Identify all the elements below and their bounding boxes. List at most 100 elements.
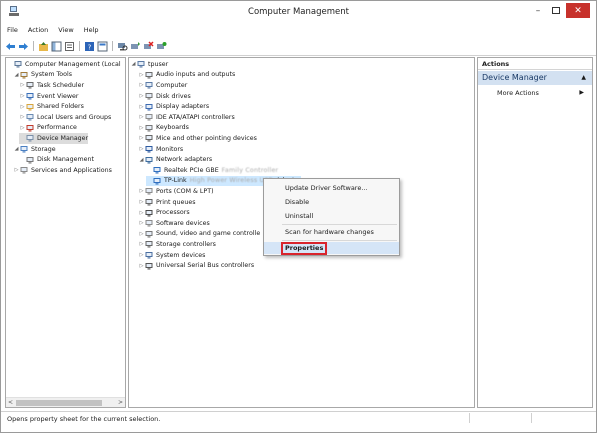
expand-arrow-icon[interactable]: ▷ bbox=[19, 82, 26, 88]
tree-node[interactable]: ◢ System Tools bbox=[13, 70, 72, 81]
console-icon[interactable] bbox=[97, 41, 108, 52]
enable-device-icon[interactable] bbox=[156, 41, 167, 52]
help-icon[interactable]: ? bbox=[84, 41, 95, 52]
usb-icon bbox=[145, 262, 153, 270]
expand-arrow-icon[interactable]: ▷ bbox=[138, 199, 145, 205]
tree-node-label: Shared Folders bbox=[37, 103, 84, 111]
close-button[interactable]: ✕ bbox=[566, 3, 590, 18]
show-hide-tree-icon[interactable] bbox=[51, 41, 62, 52]
expand-arrow-icon[interactable]: ▷ bbox=[138, 146, 145, 152]
expand-arrow-icon[interactable]: ▷ bbox=[19, 114, 26, 120]
expand-arrow-icon[interactable]: ◢ bbox=[138, 157, 145, 163]
forward-icon[interactable] bbox=[18, 41, 29, 52]
scrollbar-thumb[interactable] bbox=[16, 400, 102, 406]
task-scheduler-icon bbox=[26, 81, 34, 89]
performance-icon bbox=[26, 124, 34, 132]
tree-node[interactable]: ▷ Storage controllers bbox=[138, 239, 216, 250]
expand-arrow-icon[interactable]: ▷ bbox=[138, 220, 145, 226]
context-menu-scan-hardware[interactable]: Scan for hardware changes bbox=[264, 226, 399, 238]
context-menu-disable[interactable]: Disable bbox=[264, 196, 399, 208]
tree-node[interactable]: ▷ Ports (COM & LPT) bbox=[138, 186, 214, 197]
maximize-button[interactable] bbox=[547, 3, 565, 18]
status-cell bbox=[531, 413, 532, 423]
tree-node[interactable]: ▷ Universal Serial Bus controllers bbox=[138, 260, 254, 271]
scroll-right-icon[interactable]: > bbox=[116, 398, 125, 407]
tree-node[interactable]: ▷ Software devices bbox=[138, 218, 210, 229]
tree-node[interactable]: ▷ Services and Applications bbox=[13, 165, 112, 176]
tree-node[interactable]: ▷ System devices bbox=[138, 250, 205, 261]
toolbar-separator bbox=[79, 41, 80, 51]
expand-arrow-icon[interactable]: ▷ bbox=[138, 104, 145, 110]
tree-node[interactable]: ▷ Display adapters bbox=[138, 101, 209, 112]
expand-arrow-icon[interactable]: ▷ bbox=[19, 125, 26, 131]
minimize-button[interactable]: – bbox=[529, 3, 547, 18]
menu-action[interactable]: Action bbox=[23, 25, 53, 36]
tree-node-label: Storage controllers bbox=[156, 240, 216, 248]
tree-node[interactable]: ▷ Sound, video and game controlle bbox=[138, 229, 260, 240]
expand-arrow-icon[interactable]: ◢ bbox=[130, 61, 137, 67]
print-icon bbox=[145, 198, 153, 206]
expand-arrow-icon[interactable]: ▷ bbox=[138, 188, 145, 194]
scroll-left-icon[interactable]: < bbox=[6, 398, 15, 407]
actions-section-device-manager[interactable]: Device Manager ▲ bbox=[478, 71, 592, 85]
tree-node[interactable]: ▷ Print queues bbox=[138, 197, 196, 208]
context-menu-update-driver[interactable]: Update Driver Software... bbox=[264, 182, 399, 194]
tree-node[interactable]: ▷ Audio inputs and outputs bbox=[138, 70, 235, 81]
expand-arrow-icon[interactable]: ▷ bbox=[19, 93, 26, 99]
expand-arrow-icon[interactable]: ▷ bbox=[19, 104, 26, 110]
expand-arrow-icon[interactable]: ▷ bbox=[138, 231, 145, 237]
update-driver-icon[interactable] bbox=[130, 41, 141, 52]
uninstall-device-icon[interactable] bbox=[143, 40, 154, 52]
tree-node[interactable]: Device Manager bbox=[19, 133, 89, 144]
expand-arrow-icon[interactable]: ▷ bbox=[138, 135, 145, 141]
expand-arrow-icon[interactable]: ▷ bbox=[13, 167, 20, 173]
menu-view[interactable]: View bbox=[53, 25, 78, 36]
redacted-text: High Power Wireless USB bbox=[189, 177, 274, 185]
expand-arrow-icon[interactable]: ▷ bbox=[138, 93, 145, 99]
tree-node[interactable]: ◢ Network adapters bbox=[138, 154, 212, 165]
tree-node[interactable]: ▷ Computer bbox=[138, 80, 187, 91]
collapse-caret-icon[interactable]: ▲ bbox=[581, 71, 586, 85]
expand-arrow-icon[interactable]: ◢ bbox=[13, 146, 20, 152]
expand-arrow-icon[interactable]: ▷ bbox=[138, 210, 145, 216]
console-tree-pane[interactable]: Computer Management (Local ◢ System Tools ▷… bbox=[5, 57, 126, 408]
menu-file[interactable]: File bbox=[1, 25, 23, 36]
expand-arrow-icon[interactable]: ◢ bbox=[13, 72, 20, 78]
expand-arrow-icon[interactable]: ▷ bbox=[138, 114, 145, 120]
context-menu-uninstall[interactable]: Uninstall bbox=[264, 210, 399, 222]
back-icon[interactable] bbox=[5, 41, 16, 52]
properties-icon[interactable] bbox=[64, 41, 75, 52]
expand-arrow-icon[interactable]: ▷ bbox=[138, 252, 145, 258]
scan-hardware-icon[interactable] bbox=[117, 41, 128, 52]
tree-node[interactable]: Computer Management (Local bbox=[7, 59, 121, 70]
expand-arrow-icon[interactable]: ▷ bbox=[138, 72, 145, 78]
expand-arrow-icon[interactable]: ▷ bbox=[138, 241, 145, 247]
tree-node[interactable]: Realtek PCIe GBE Family Controller bbox=[146, 165, 278, 176]
tree-node[interactable]: ▷ IDE ATA/ATAPI controllers bbox=[138, 112, 235, 123]
tree-node[interactable]: ▷ Mice and other pointing devices bbox=[138, 133, 257, 144]
tree-node-label: Storage bbox=[31, 145, 56, 153]
expand-arrow-icon[interactable]: ▷ bbox=[138, 125, 145, 131]
up-folder-icon[interactable] bbox=[38, 41, 49, 52]
tree-node[interactable]: ▷ Task Scheduler bbox=[19, 80, 84, 91]
tree-node[interactable]: ◢ Storage bbox=[13, 144, 56, 155]
tree-node[interactable]: ▷ Monitors bbox=[138, 144, 183, 155]
context-menu-separator bbox=[282, 240, 397, 241]
tree-node[interactable]: Disk Management bbox=[19, 154, 94, 165]
tree-node[interactable]: ▷ Disk drives bbox=[138, 91, 191, 102]
tree-node[interactable]: ▷ Shared Folders bbox=[19, 101, 84, 112]
menu-help[interactable]: Help bbox=[79, 25, 104, 36]
tree-node[interactable]: ▷ Local Users and Groups bbox=[19, 112, 111, 123]
tree-node[interactable]: ▷ Processors bbox=[138, 207, 190, 218]
context-menu-properties[interactable]: Properties bbox=[264, 242, 399, 255]
tree-node[interactable]: ◢ tpuser bbox=[130, 59, 168, 70]
more-actions-item[interactable]: More Actions ▶ bbox=[478, 88, 592, 98]
expand-arrow-icon[interactable]: ▷ bbox=[138, 82, 145, 88]
tree-node[interactable]: ▷ Performance bbox=[19, 123, 77, 134]
tree-node[interactable]: ▷ Event Viewer bbox=[19, 91, 78, 102]
tree-node-label: Processors bbox=[156, 209, 190, 217]
expand-arrow-icon[interactable]: ▷ bbox=[138, 263, 145, 269]
tree-node[interactable]: ▷ Keyboards bbox=[138, 123, 189, 134]
context-menu-label: Uninstall bbox=[285, 212, 314, 220]
horizontal-scrollbar[interactable]: < > bbox=[6, 397, 125, 407]
